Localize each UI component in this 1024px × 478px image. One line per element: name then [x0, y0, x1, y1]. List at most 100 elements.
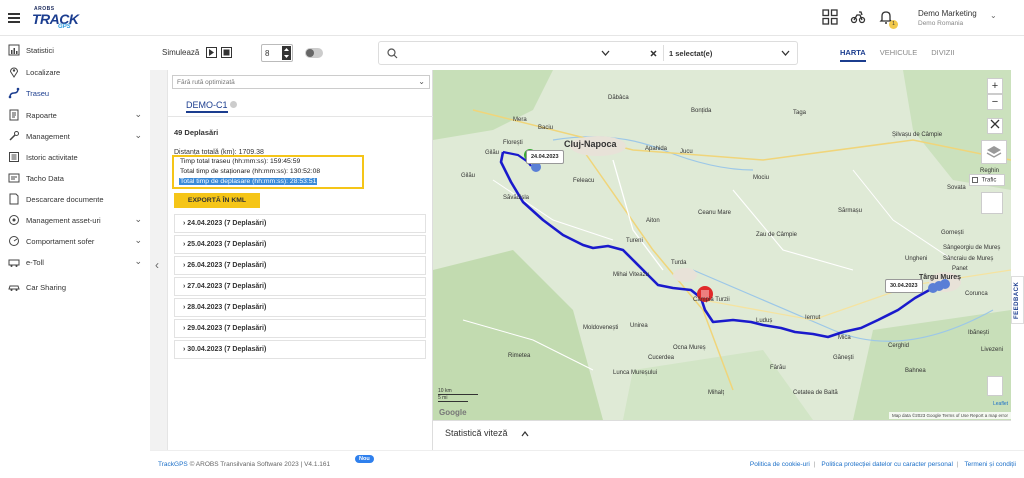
stop-button[interactable]	[221, 47, 232, 58]
tab-divizii[interactable]: DIVIZII	[931, 48, 954, 62]
info-icon[interactable]	[230, 101, 237, 108]
simulation-toggle[interactable]	[305, 48, 323, 58]
chevron-down-icon[interactable]: ⌄	[990, 11, 997, 21]
map-city-label: Gilău	[461, 173, 476, 179]
chevron-down-icon[interactable]	[781, 50, 790, 56]
day-row[interactable]: › 26.04.2023 (7 Deplasări)	[174, 256, 426, 275]
sidebar-item-label: Traseu	[26, 88, 50, 98]
map-city-label: Zau de Câmpie	[756, 232, 798, 238]
sidebar-item-statistici[interactable]: Statistici	[8, 42, 144, 58]
traffic-toggle[interactable]: Trafic	[969, 174, 1005, 186]
map-city-label: Dăbâca	[608, 95, 629, 101]
map-city-label: Jucu	[680, 149, 693, 155]
chevron-down-icon[interactable]: ⌄	[134, 235, 142, 246]
day-row[interactable]: › 27.04.2023 (7 Deplasări)	[174, 277, 426, 296]
chevron-left-icon[interactable]: ‹	[155, 258, 159, 272]
street-view-button[interactable]	[987, 376, 1003, 396]
map[interactable]: Cluj-Napoca Târgu Mureș Turda Gilău Ludu…	[433, 70, 1011, 420]
sidebar-item-istoric[interactable]: Istoric activitate	[8, 149, 144, 165]
day-row[interactable]: › 29.04.2023 (7 Deplasări)	[174, 319, 426, 338]
privacy-policy-link[interactable]: Politica protecției datelor cu caracter …	[821, 461, 953, 468]
sidebar-item-asset[interactable]: Management asset-uri ⌄	[8, 212, 144, 228]
map-city-label: Mera	[513, 117, 527, 123]
tab-vehicle[interactable]: DEMO-C1	[186, 100, 228, 113]
terms-link[interactable]: Termeni și condiții	[964, 461, 1016, 468]
chevron-up-icon[interactable]	[521, 431, 529, 437]
sidebar-item-label: Tacho Data	[26, 173, 64, 183]
map-city-label: Rimetea	[508, 353, 531, 359]
simulate-label: Simulează	[162, 48, 200, 57]
map-city-label: Sărmașu	[838, 208, 863, 214]
day-label: 27.04.2023 (7 Deplasări)	[187, 283, 267, 290]
sidebar-item-management[interactable]: Management ⌄	[8, 128, 144, 144]
speed-stepper[interactable]: 8	[261, 44, 293, 62]
sidebar-item-descarcare[interactable]: Descarcare documente	[8, 191, 144, 207]
clear-icon[interactable]	[650, 50, 657, 57]
bell-icon[interactable]: 1	[878, 9, 898, 29]
sidebar-item-carsharing[interactable]: Car Sharing	[8, 279, 144, 295]
sidebar-item-rapoarte[interactable]: Rapoarte ⌄	[8, 107, 144, 123]
layers-button[interactable]	[981, 140, 1007, 164]
day-row[interactable]: › 30.04.2023 (7 Deplasări)	[174, 340, 426, 359]
chevron-down-icon[interactable]: ⌄	[134, 214, 142, 225]
chevron-down-icon[interactable]: ⌄	[134, 256, 142, 267]
stationary-time: Total timp de staționare (hh:mm:ss): 130…	[180, 168, 321, 175]
tab-vehicule[interactable]: VEHICULE	[880, 48, 918, 62]
notification-badge: 1	[889, 20, 898, 29]
fullscreen-button[interactable]	[987, 118, 1003, 134]
day-row[interactable]: › 28.04.2023 (7 Deplasări)	[174, 298, 426, 317]
sidebar-item-label: Istoric activitate	[26, 152, 78, 162]
driver-icon	[8, 235, 20, 247]
new-badge[interactable]: Nou	[355, 455, 374, 463]
sidebar-item-etoll[interactable]: e-Toll ⌄	[8, 254, 144, 270]
zoom-out-button[interactable]: −	[987, 94, 1003, 110]
day-row[interactable]: › 24.04.2023 (7 Deplasări)	[174, 214, 426, 233]
chevron-down-icon[interactable]: ⌄	[134, 109, 142, 120]
sidebar-item-localizare[interactable]: Localizare	[8, 64, 144, 80]
sidebar-item-tacho[interactable]: Tacho Data	[8, 170, 144, 186]
map-city-label: Câmpia Turzii	[693, 297, 730, 303]
report-icon	[8, 109, 20, 121]
speed-statistics-panel[interactable]: Statistică viteză	[433, 420, 1011, 450]
play-button[interactable]	[206, 47, 217, 58]
panel-collapse-bar[interactable]: ‹	[150, 70, 168, 450]
fullscreen-icon	[990, 119, 1000, 129]
map-city-label: Mihalț	[708, 390, 725, 396]
day-row[interactable]: › 25.04.2023 (7 Deplasări)	[174, 235, 426, 254]
logo-gps: GPS	[58, 24, 71, 30]
zoom-in-button[interactable]: +	[987, 78, 1003, 94]
bar-chart-icon	[8, 44, 20, 56]
trackgps-logo[interactable]: AROBS TRACK GPS	[8, 6, 100, 30]
speed-stats-label: Statistică viteză	[445, 428, 508, 438]
grid-icon[interactable]	[822, 9, 838, 25]
compass-button[interactable]	[981, 192, 1003, 214]
chevron-down-icon[interactable]: ⌄	[418, 77, 425, 86]
map-city-label: Sângeorgiu de Mureș	[943, 245, 1001, 251]
footer-version: V4.1.161	[304, 461, 331, 468]
feedback-tab[interactable]: FEEDBACK	[1011, 276, 1024, 324]
tab-harta[interactable]: HARTA	[840, 48, 866, 62]
sidebar-item-traseu[interactable]: Traseu	[8, 85, 144, 101]
leaflet-link[interactable]: Leaflet	[993, 401, 1008, 407]
cookie-policy-link[interactable]: Politica de cookie-uri	[750, 461, 810, 468]
footer-brand[interactable]: TrackGPS	[158, 461, 188, 468]
map-attribution[interactable]: Map data ©2023 Google Terms of Use Repor…	[888, 412, 1011, 419]
route-optimization-select[interactable]: Fără rută optimizată ⌄	[172, 75, 430, 89]
chevron-down-icon[interactable]: ⌄	[134, 130, 142, 141]
traffic-checkbox[interactable]	[972, 177, 978, 183]
chevron-down-icon[interactable]	[601, 50, 610, 56]
history-icon	[8, 151, 20, 163]
scale-km: 10 km	[438, 388, 478, 395]
map-city-label: Moldovenești	[583, 325, 619, 331]
logo-track: TRACK	[32, 11, 79, 27]
sidebar-item-comportament[interactable]: Comportament sofer ⌄	[8, 233, 144, 249]
user-menu[interactable]: Demo Marketing Demo Romania ⌄	[918, 9, 997, 29]
vehicle-search[interactable]: 1 selectat(e)	[378, 41, 798, 65]
map-city-label: Sovata	[947, 185, 966, 191]
stepper-arrows-icon[interactable]	[282, 46, 291, 60]
export-kml-button[interactable]: EXPORTĂ ÎN KML	[174, 193, 260, 208]
hamburger-menu-icon[interactable]	[8, 13, 20, 23]
scooter-icon[interactable]	[850, 9, 866, 25]
map-city-label: Florești	[503, 140, 523, 146]
map-city-label: Bonțida	[691, 108, 712, 114]
